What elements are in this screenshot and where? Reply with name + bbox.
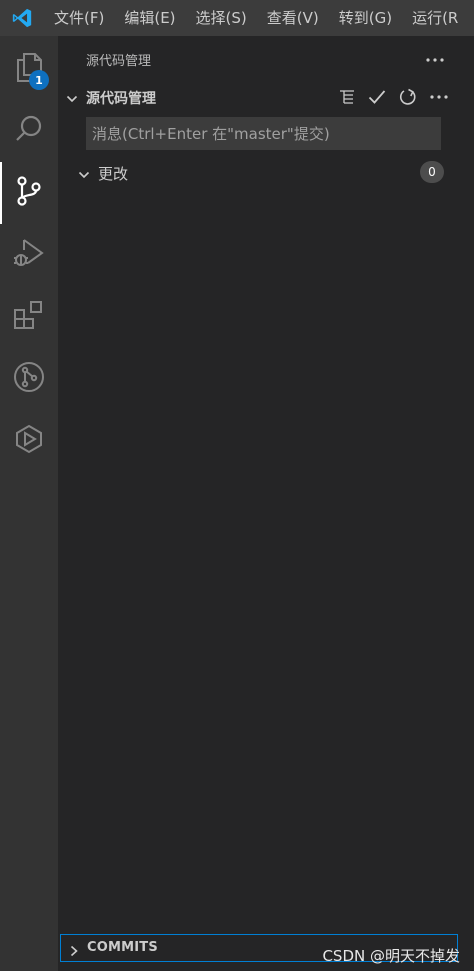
menu-view[interactable]: 查看(V): [257, 0, 329, 36]
run-debug-icon: [12, 236, 46, 274]
changes-count-badge: 0: [420, 161, 444, 183]
menu-file[interactable]: 文件(F): [44, 0, 114, 36]
search-icon: [14, 114, 44, 148]
commits-label: COMMITS: [87, 940, 158, 955]
scm-section-title: 源代码管理: [86, 91, 156, 107]
menu-run[interactable]: 运行(R: [402, 0, 468, 36]
git-graph-icon: [12, 360, 46, 398]
menu-selection[interactable]: 选择(S): [186, 0, 257, 36]
extensions-icon: [12, 298, 46, 336]
activity-source-control[interactable]: [0, 162, 58, 224]
sidebar-title: 源代码管理: [86, 54, 152, 69]
changes-label: 更改: [98, 165, 129, 183]
activity-remote[interactable]: [0, 410, 58, 472]
menu-go[interactable]: 转到(G): [329, 0, 402, 36]
menu-edit[interactable]: 编辑(E): [114, 0, 185, 36]
menu-bar: 文件(F) 编辑(E) 选择(S) 查看(V) 转到(G) 运行(R: [0, 0, 474, 36]
activity-run-debug[interactable]: [0, 224, 58, 286]
scm-section-header[interactable]: 源代码管理: [58, 86, 474, 108]
commit-check-icon[interactable]: [366, 86, 388, 108]
section-more-icon[interactable]: [428, 86, 450, 108]
chevron-down-icon: [78, 166, 90, 185]
activity-git-graph[interactable]: [0, 348, 58, 410]
activity-search[interactable]: [0, 100, 58, 162]
source-control-icon: [14, 175, 44, 211]
activity-explorer[interactable]: 1: [0, 38, 58, 100]
chevron-down-icon: [66, 90, 78, 109]
source-control-sidebar: 源代码管理 源代码管理 消息(Ctrl+Enter 在"master"提交) 更…: [58, 36, 474, 971]
remote-explorer-icon: [13, 423, 45, 459]
csdn-watermark: CSDN @明天不掉发: [322, 947, 460, 965]
explorer-badge: 1: [29, 70, 49, 90]
view-as-tree-icon[interactable]: [336, 86, 358, 108]
chevron-right-icon: [69, 942, 79, 961]
refresh-icon[interactable]: [397, 86, 419, 108]
changes-group[interactable]: 更改 0: [58, 160, 474, 184]
more-actions-icon[interactable]: [426, 48, 444, 67]
vscode-logo-icon: [0, 0, 44, 36]
commit-message-input[interactable]: [86, 117, 441, 150]
activity-bar: 1: [0, 36, 58, 971]
activity-extensions[interactable]: [0, 286, 58, 348]
